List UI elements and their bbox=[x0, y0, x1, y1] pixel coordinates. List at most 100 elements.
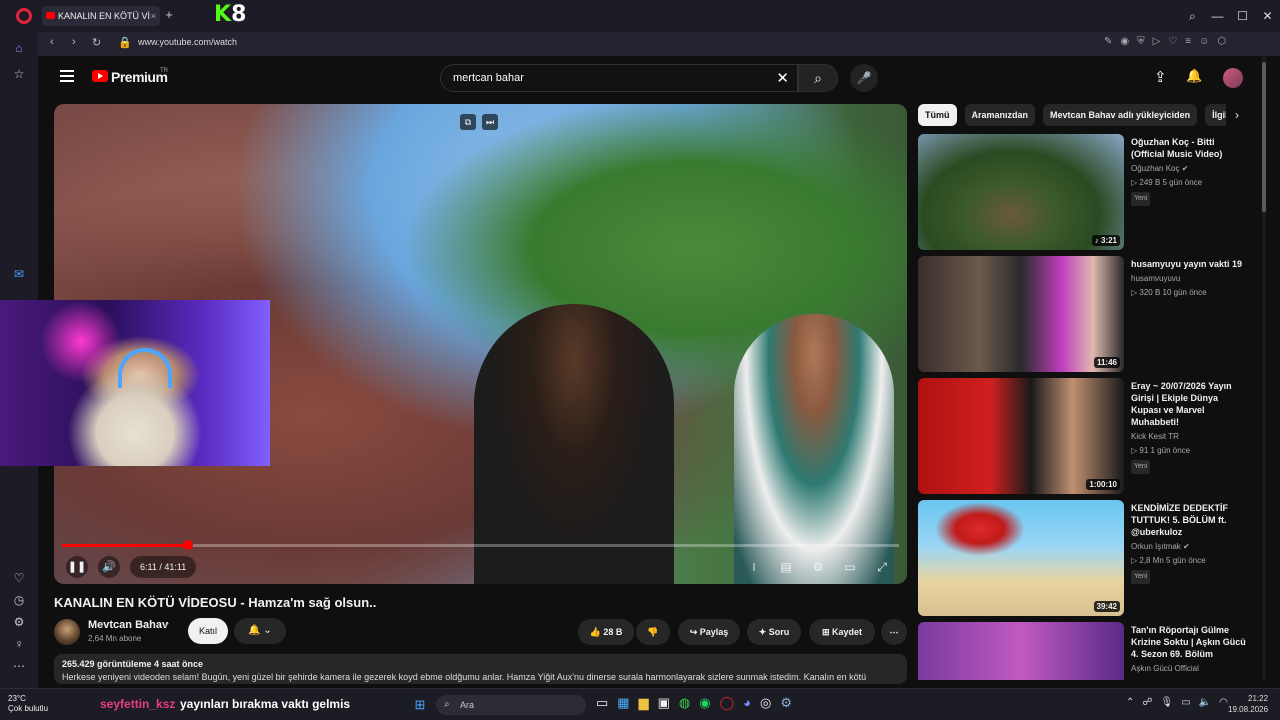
scrollbar-thumb[interactable] bbox=[1262, 62, 1266, 212]
mic-tray-icon[interactable]: 🎙 bbox=[1161, 697, 1174, 708]
list-icon[interactable]: ≡ bbox=[1185, 36, 1191, 47]
opera-logo-icon[interactable] bbox=[16, 8, 32, 24]
miniplayer-icon[interactable]: ⧉ bbox=[460, 114, 476, 130]
search-input[interactable]: mertcan bahar ✕ bbox=[440, 64, 798, 92]
minimize-button[interactable]: — bbox=[1205, 0, 1230, 32]
chip-all[interactable]: Tümü bbox=[918, 104, 957, 126]
recommendation-title[interactable]: Tan'ın Röportajı Gülme Krizine Soktu | A… bbox=[1131, 624, 1248, 675]
video-thumbnail[interactable]: 11:46 bbox=[918, 256, 1124, 372]
windows-start-icon[interactable]: ⊞ bbox=[410, 695, 430, 715]
description-box[interactable]: 265.429 görüntüleme 4 saat önce Herkese … bbox=[54, 654, 907, 684]
recommendation-item[interactable]: 11:46 husamyuyu yayın vakti 19 husamvuyu… bbox=[918, 256, 1248, 372]
chips-next-icon[interactable]: › bbox=[1226, 104, 1248, 126]
volume-button[interactable]: 🔊 bbox=[98, 556, 120, 578]
opera-icon[interactable]: ◯ bbox=[720, 695, 735, 711]
progress-scrubber[interactable] bbox=[182, 540, 193, 550]
chip-from-search[interactable]: Aramanızdan bbox=[964, 104, 1036, 126]
cube-icon[interactable]: ⬡ bbox=[1217, 36, 1226, 47]
history-icon[interactable]: ◷ bbox=[11, 592, 27, 608]
search-button[interactable]: ⌕ bbox=[798, 64, 838, 92]
new-tab-button[interactable]: + bbox=[162, 8, 176, 22]
tray-chevron-icon[interactable]: ⌃ bbox=[1126, 697, 1134, 708]
channel-avatar[interactable] bbox=[54, 619, 80, 645]
heart-icon[interactable]: ♡ bbox=[1168, 36, 1177, 47]
pause-button[interactable]: ❚❚ bbox=[66, 556, 88, 578]
join-button[interactable]: Katıl bbox=[188, 618, 228, 644]
forward-icon[interactable]: › bbox=[72, 36, 76, 48]
progress-bar[interactable] bbox=[62, 540, 899, 550]
maximize-button[interactable]: ☐ bbox=[1230, 0, 1255, 32]
shield-icon[interactable]: ⛨ bbox=[1137, 36, 1145, 47]
recommendation-title[interactable]: KENDİMİZE DEDEKTİF TUTTUK! 5. BÖLÜM ft. … bbox=[1131, 502, 1249, 584]
notifications-icon[interactable]: 🔔 bbox=[1186, 68, 1202, 84]
settings-icon[interactable]: ⚙ bbox=[11, 614, 27, 630]
video-thumbnail[interactable]: 1:00:10 bbox=[918, 378, 1124, 494]
browser-tab[interactable]: KANALIN EN KÖTÜ Vİ × bbox=[42, 6, 160, 26]
skip-icon[interactable]: ⏭ bbox=[482, 114, 498, 130]
recommendation-item[interactable]: 1:00:10 Eray ~ 20/07/2026 Yayın Girişi |… bbox=[918, 378, 1248, 494]
profile-icon[interactable]: ☺ bbox=[1199, 36, 1209, 47]
bulb-icon[interactable]: ♀ bbox=[11, 636, 27, 652]
reload-icon[interactable]: ↻ bbox=[92, 36, 101, 49]
edit-icon[interactable]: ✎ bbox=[1104, 36, 1112, 47]
video-thumbnail[interactable]: ♪ 3:21 bbox=[918, 134, 1124, 250]
calculator-icon[interactable]: ▣ bbox=[658, 695, 670, 711]
weather-widget[interactable]: 23°C Çok bulutlu bbox=[8, 694, 48, 714]
star-icon[interactable]: ☆ bbox=[11, 66, 27, 82]
mic-icon[interactable]: 🎤 bbox=[850, 64, 878, 92]
fullscreen-icon[interactable]: ⤢ bbox=[871, 556, 893, 578]
store-icon[interactable]: ▦ bbox=[617, 695, 629, 711]
wifi-icon[interactable]: ◠ bbox=[1219, 697, 1228, 708]
subscription-bell-button[interactable]: 🔔 ⌄ bbox=[234, 618, 286, 644]
home-icon[interactable]: ⌂ bbox=[11, 40, 27, 56]
volume-icon[interactable]: 🔈 bbox=[1199, 697, 1211, 708]
create-icon[interactable]: ⇪ bbox=[1154, 68, 1167, 86]
youtube-brand[interactable]: Premium bbox=[111, 69, 168, 85]
like-button[interactable]: 👍 28 B bbox=[578, 619, 634, 645]
tab-close-icon[interactable]: × bbox=[151, 6, 156, 26]
task-view-icon[interactable]: ▭ bbox=[596, 695, 608, 711]
chrome-icon[interactable]: ◍ bbox=[679, 695, 690, 711]
settings-icon[interactable]: ⚙ bbox=[807, 556, 829, 578]
recommendation-title[interactable]: Eray ~ 20/07/2026 Yayın Girişi | Ekiple … bbox=[1131, 380, 1249, 474]
more-actions-button[interactable]: ⋯ bbox=[881, 619, 907, 645]
url-field[interactable]: www.youtube.com/watch bbox=[138, 37, 237, 47]
network-icon[interactable]: ☍ bbox=[1142, 697, 1152, 708]
subtitles-icon[interactable]: ▤ bbox=[775, 556, 797, 578]
avatar[interactable] bbox=[1223, 68, 1243, 88]
tab-search-icon[interactable]: ⌕ bbox=[1180, 0, 1205, 32]
dislike-button[interactable]: 👎 bbox=[636, 619, 670, 645]
autoplay-toggle[interactable]: ⏽ bbox=[743, 556, 765, 578]
steam-icon[interactable]: ⚙ bbox=[780, 695, 792, 711]
messenger-icon[interactable]: ✉ bbox=[11, 266, 27, 282]
clear-search-icon[interactable]: ✕ bbox=[776, 69, 789, 87]
heart-icon[interactable]: ♡ bbox=[11, 570, 27, 586]
share-button[interactable]: ↪ Paylaş bbox=[678, 619, 740, 645]
clock[interactable]: 21:22 19.08.2026 bbox=[1228, 693, 1268, 715]
discord-icon[interactable]: ◕ bbox=[743, 695, 751, 711]
spotify-icon[interactable]: ◉ bbox=[699, 695, 710, 711]
battery-icon[interactable]: ▭ bbox=[1181, 697, 1190, 708]
save-button[interactable]: ⊞ Kaydet bbox=[809, 619, 875, 645]
menu-icon[interactable] bbox=[60, 70, 74, 82]
back-icon[interactable]: ‹ bbox=[50, 36, 54, 48]
recommendation-title[interactable]: Oğuzhan Koç - Bitti (Official Music Vide… bbox=[1131, 136, 1249, 206]
recommendation-item[interactable]: ♪ 3:21 Oğuzhan Koç - Bitti (Official Mus… bbox=[918, 134, 1248, 250]
ask-button[interactable]: ✦ Soru bbox=[747, 619, 801, 645]
taskbar-search[interactable]: ⌕ Ara bbox=[436, 695, 586, 715]
camera-icon[interactable]: ◉ bbox=[1120, 36, 1129, 47]
video-thumbnail[interactable]: 39:42 bbox=[918, 500, 1124, 616]
youtube-logo-icon[interactable] bbox=[92, 70, 108, 82]
video-thumbnail[interactable] bbox=[918, 622, 1124, 680]
folder-icon[interactable]: ▆ bbox=[639, 695, 649, 711]
close-window-button[interactable]: ✕ bbox=[1255, 0, 1280, 32]
recommendation-title[interactable]: husamyuyu yayın vakti 19 husamvuyuvu ▷ 3… bbox=[1131, 258, 1249, 299]
chip-from-uploader[interactable]: Mevtcan Bahav adlı yükleyiciden bbox=[1043, 104, 1198, 126]
recommendation-item[interactable]: Tan'ın Röportajı Gülme Krizine Soktu | A… bbox=[918, 622, 1248, 680]
play-icon[interactable]: ▷ bbox=[1153, 36, 1161, 47]
more-icon[interactable]: ⋯ bbox=[11, 658, 27, 674]
recommendation-item[interactable]: 39:42 KENDİMİZE DEDEKTİF TUTTUK! 5. BÖLÜ… bbox=[918, 500, 1248, 616]
page-scrollbar[interactable] bbox=[1262, 56, 1266, 680]
channel-name[interactable]: Mevtcan Bahav bbox=[88, 619, 168, 631]
theater-mode-icon[interactable]: ▭ bbox=[839, 556, 861, 578]
